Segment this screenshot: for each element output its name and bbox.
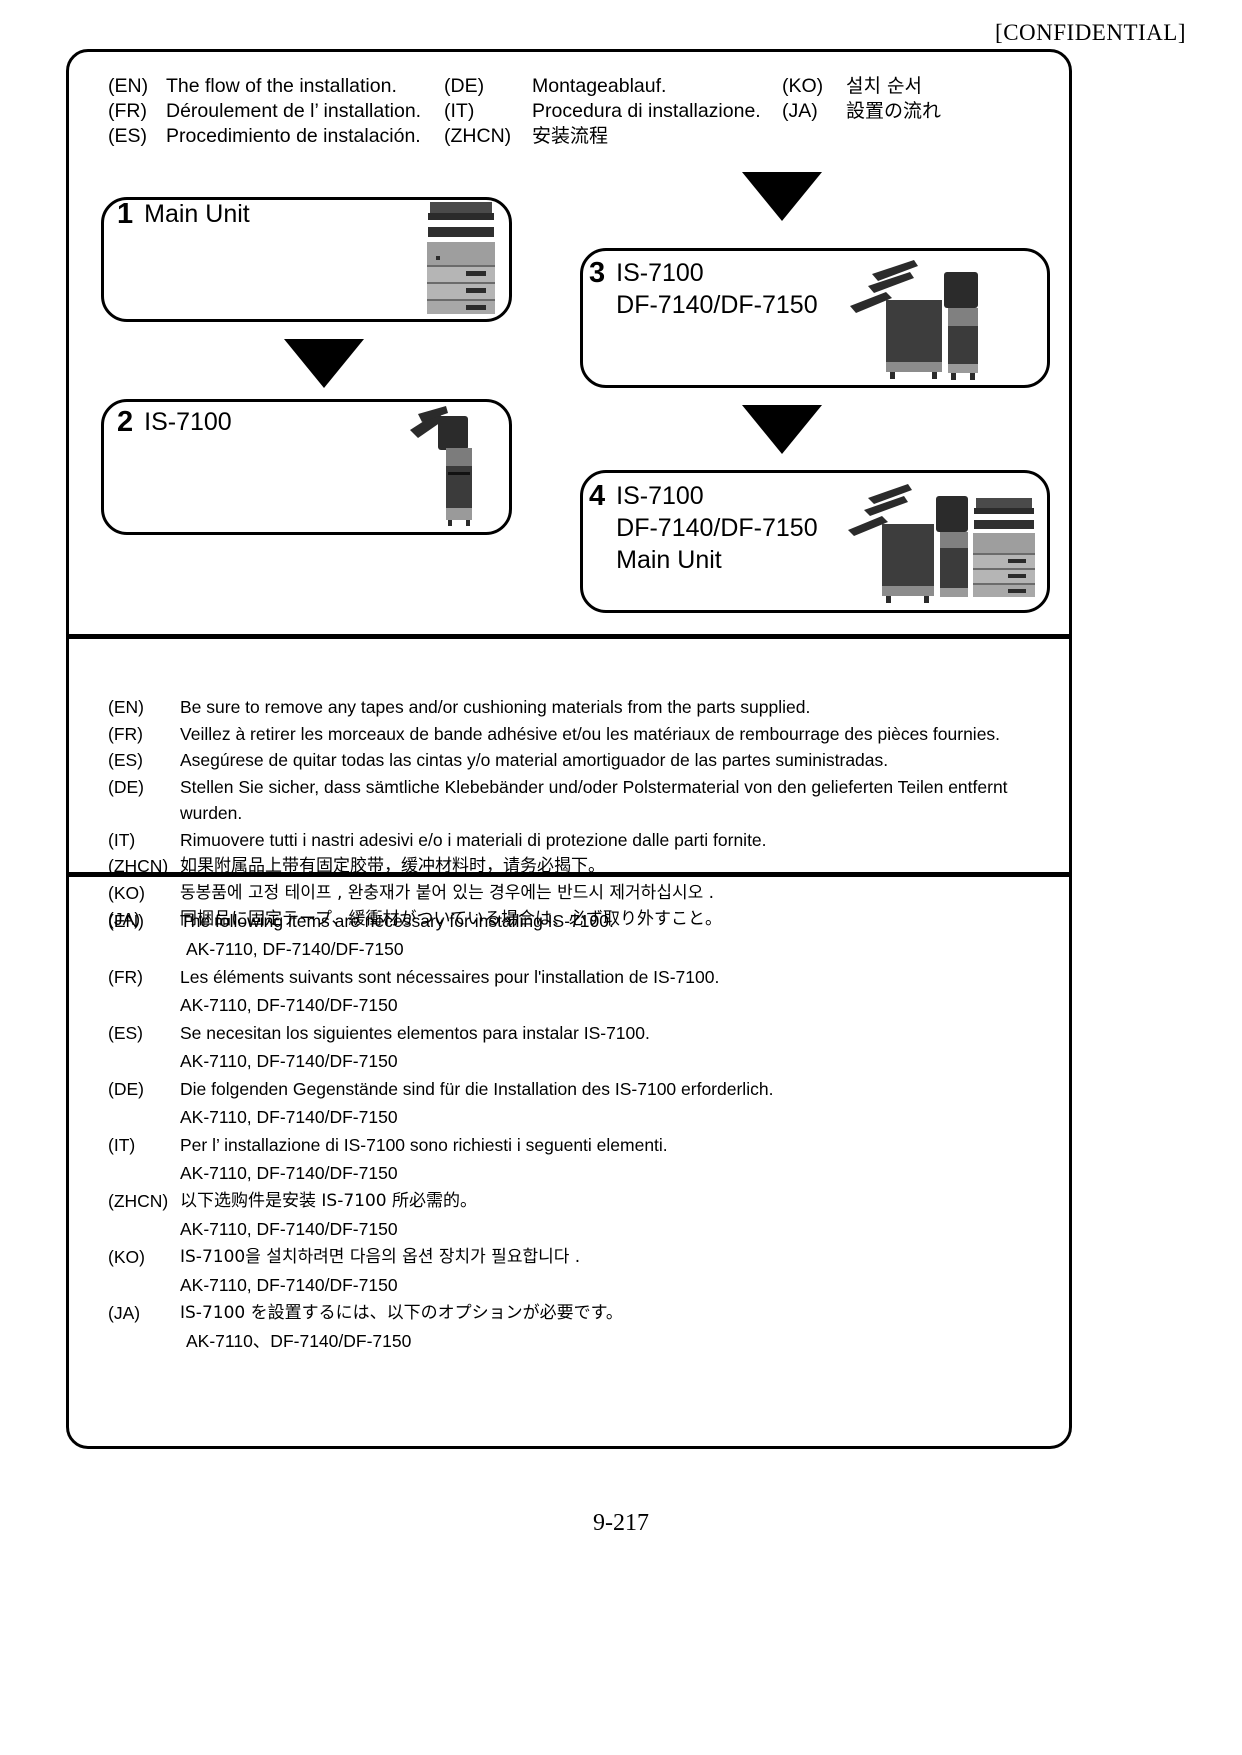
item-line: (IT) Per l’ installazione di IS-7100 son… (108, 1131, 1058, 1159)
note-text: Asegúrese de quitar todas las cintas y/o… (180, 750, 889, 770)
flow-step-3-label: 3 IS-7100 DF-7140/DF-7150 (589, 257, 818, 321)
note-text: Rimuovere tutti i nastri adesivi e/o i m… (180, 829, 767, 850)
is7100-df-illustration (850, 260, 978, 380)
item-text: Se necesitan los siguientes elementos pa… (180, 1023, 650, 1043)
note-line: (ZHCN) 如果附属品上带有固定胶带，缓冲材料时，请务必揭下。 (108, 853, 1058, 880)
tape-removal-note: (EN) Be sure to remove any tapes and/or … (108, 694, 1058, 933)
item-parts: AK-7110, DF-7140/DF-7150 (180, 1107, 398, 1127)
flow-step-4-label: 4 IS-7100 DF-7140/DF-7150 Main Unit (589, 480, 818, 576)
lang-code: (ES) (108, 750, 143, 770)
arrow-down-icon (284, 339, 364, 388)
lang-code: (EN) (108, 697, 144, 717)
flow-step-1-text: Main Unit (144, 200, 250, 228)
lang-code: (FR) (108, 967, 143, 987)
flow-step-4-text: IS-7100 DF-7140/DF-7150 Main Unit (616, 482, 818, 574)
main-unit-illustration (427, 202, 495, 314)
note-line: (DE) Stellen Sie sicher, dass sämtliche … (108, 774, 1058, 827)
lang-code: (ZHCN) (108, 856, 169, 876)
item-parts: AK-7110, DF-7140/DF-7150 (180, 1275, 398, 1295)
flow-step-1-number: 1 (117, 198, 134, 230)
lang-code: (ZHCN) (108, 1191, 169, 1211)
page-number: 9-217 (593, 1510, 649, 1536)
note-line: (KO) 동봉품에 고정 테이프 , 완충재가 붙어 있는 경우에는 반드시 제… (108, 880, 1058, 907)
lang-code: (IT) (108, 829, 136, 850)
lang-code: (EN) (108, 911, 144, 931)
item-parts: AK-7110、DF-7140/DF-7150 (186, 1331, 412, 1351)
item-line: (JA) IS-7100 を設置するには、以下のオプションが必要です。 (108, 1299, 1058, 1327)
item-line: (DE) Die folgenden Gegenstände sind für … (108, 1075, 1058, 1103)
item-parts: AK-7110, DF-7140/DF-7150 (180, 1163, 398, 1183)
lang-code: (DE) (108, 776, 144, 797)
item-text: Per l’ installazione di IS-7100 sono ric… (180, 1135, 668, 1155)
item-text: The following items are necessary for in… (180, 911, 614, 931)
item-text: Die folgenden Gegenstände sind für die I… (180, 1079, 774, 1099)
is-7100-illustration (410, 406, 472, 526)
item-text: Les éléments suivants sont nécessaires p… (180, 967, 720, 987)
flow-step-2-number: 2 (117, 406, 134, 438)
note-text: Stellen Sie sicher, dass sämtliche Klebe… (180, 776, 1008, 824)
note-line: (ES) Asegúrese de quitar todas las cinta… (108, 747, 1058, 774)
item-line: (ES) Se necesitan los siguientes element… (108, 1019, 1058, 1047)
arrow-down-icon (742, 405, 822, 454)
item-text: IS-7100 を設置するには、以下のオプションが必要です。 (180, 1303, 623, 1323)
arrow-down-icon (742, 172, 822, 221)
full-system-illustration (848, 484, 1035, 603)
item-parts: AK-7110, DF-7140/DF-7150 (180, 1051, 398, 1071)
lang-code: (FR) (108, 723, 143, 744)
item-text: IS-7100을 설치하려면 다음의 옵션 장치가 필요합니다 . (180, 1247, 581, 1267)
note-text: Veillez à retirer les morceaux de bande … (180, 723, 1001, 744)
note-line: (FR) Veillez à retirer les morceaux de b… (108, 721, 1058, 748)
item-parts: AK-7110, DF-7140/DF-7150 (180, 1219, 398, 1239)
flow-step-1-label: 1 Main Unit (117, 198, 250, 230)
flow-step-3-number: 3 (589, 257, 606, 289)
flow-step-4-number: 4 (589, 480, 606, 512)
note-text: 동봉품에 고정 테이프 , 완충재가 붙어 있는 경우에는 반드시 제거하십시오… (180, 882, 715, 903)
lang-code: (IT) (108, 1135, 136, 1155)
lang-code: (KO) (108, 882, 145, 903)
lang-code: (DE) (108, 1079, 144, 1099)
flow-step-3-text: IS-7100 DF-7140/DF-7150 (616, 259, 818, 319)
item-line: (FR) Les éléments suivants sont nécessai… (108, 963, 1058, 991)
item-line: (KO) IS-7100을 설치하려면 다음의 옵션 장치가 필요합니다 . (108, 1243, 1058, 1271)
flow-step-2-text: IS-7100 (144, 408, 232, 436)
item-line: (EN) The following items are necessary f… (108, 907, 1058, 935)
note-text: Be sure to remove any tapes and/or cushi… (180, 697, 811, 717)
lang-code: (KO) (108, 1247, 145, 1267)
note-text: 如果附属品上带有固定胶带，缓冲材料时，请务必揭下。 (180, 856, 605, 876)
item-text: 以下选购件是安装 IS-7100 所必需的。 (180, 1191, 478, 1211)
note-line: (IT) Rimuovere tutti i nastri adesivi e/… (108, 827, 1058, 854)
note-line: (EN) Be sure to remove any tapes and/or … (108, 694, 1058, 721)
flow-step-2-label: 2 IS-7100 (117, 406, 232, 438)
lang-code: (JA) (108, 1303, 141, 1323)
item-line: (ZHCN) 以下选购件是安装 IS-7100 所必需的。 (108, 1187, 1058, 1215)
lang-code: (ES) (108, 1023, 143, 1043)
required-items-note: (EN) The following items are necessary f… (108, 907, 1058, 1355)
item-parts: AK-7110, DF-7140/DF-7150 (180, 995, 398, 1015)
item-parts: AK-7110, DF-7140/DF-7150 (186, 939, 404, 959)
